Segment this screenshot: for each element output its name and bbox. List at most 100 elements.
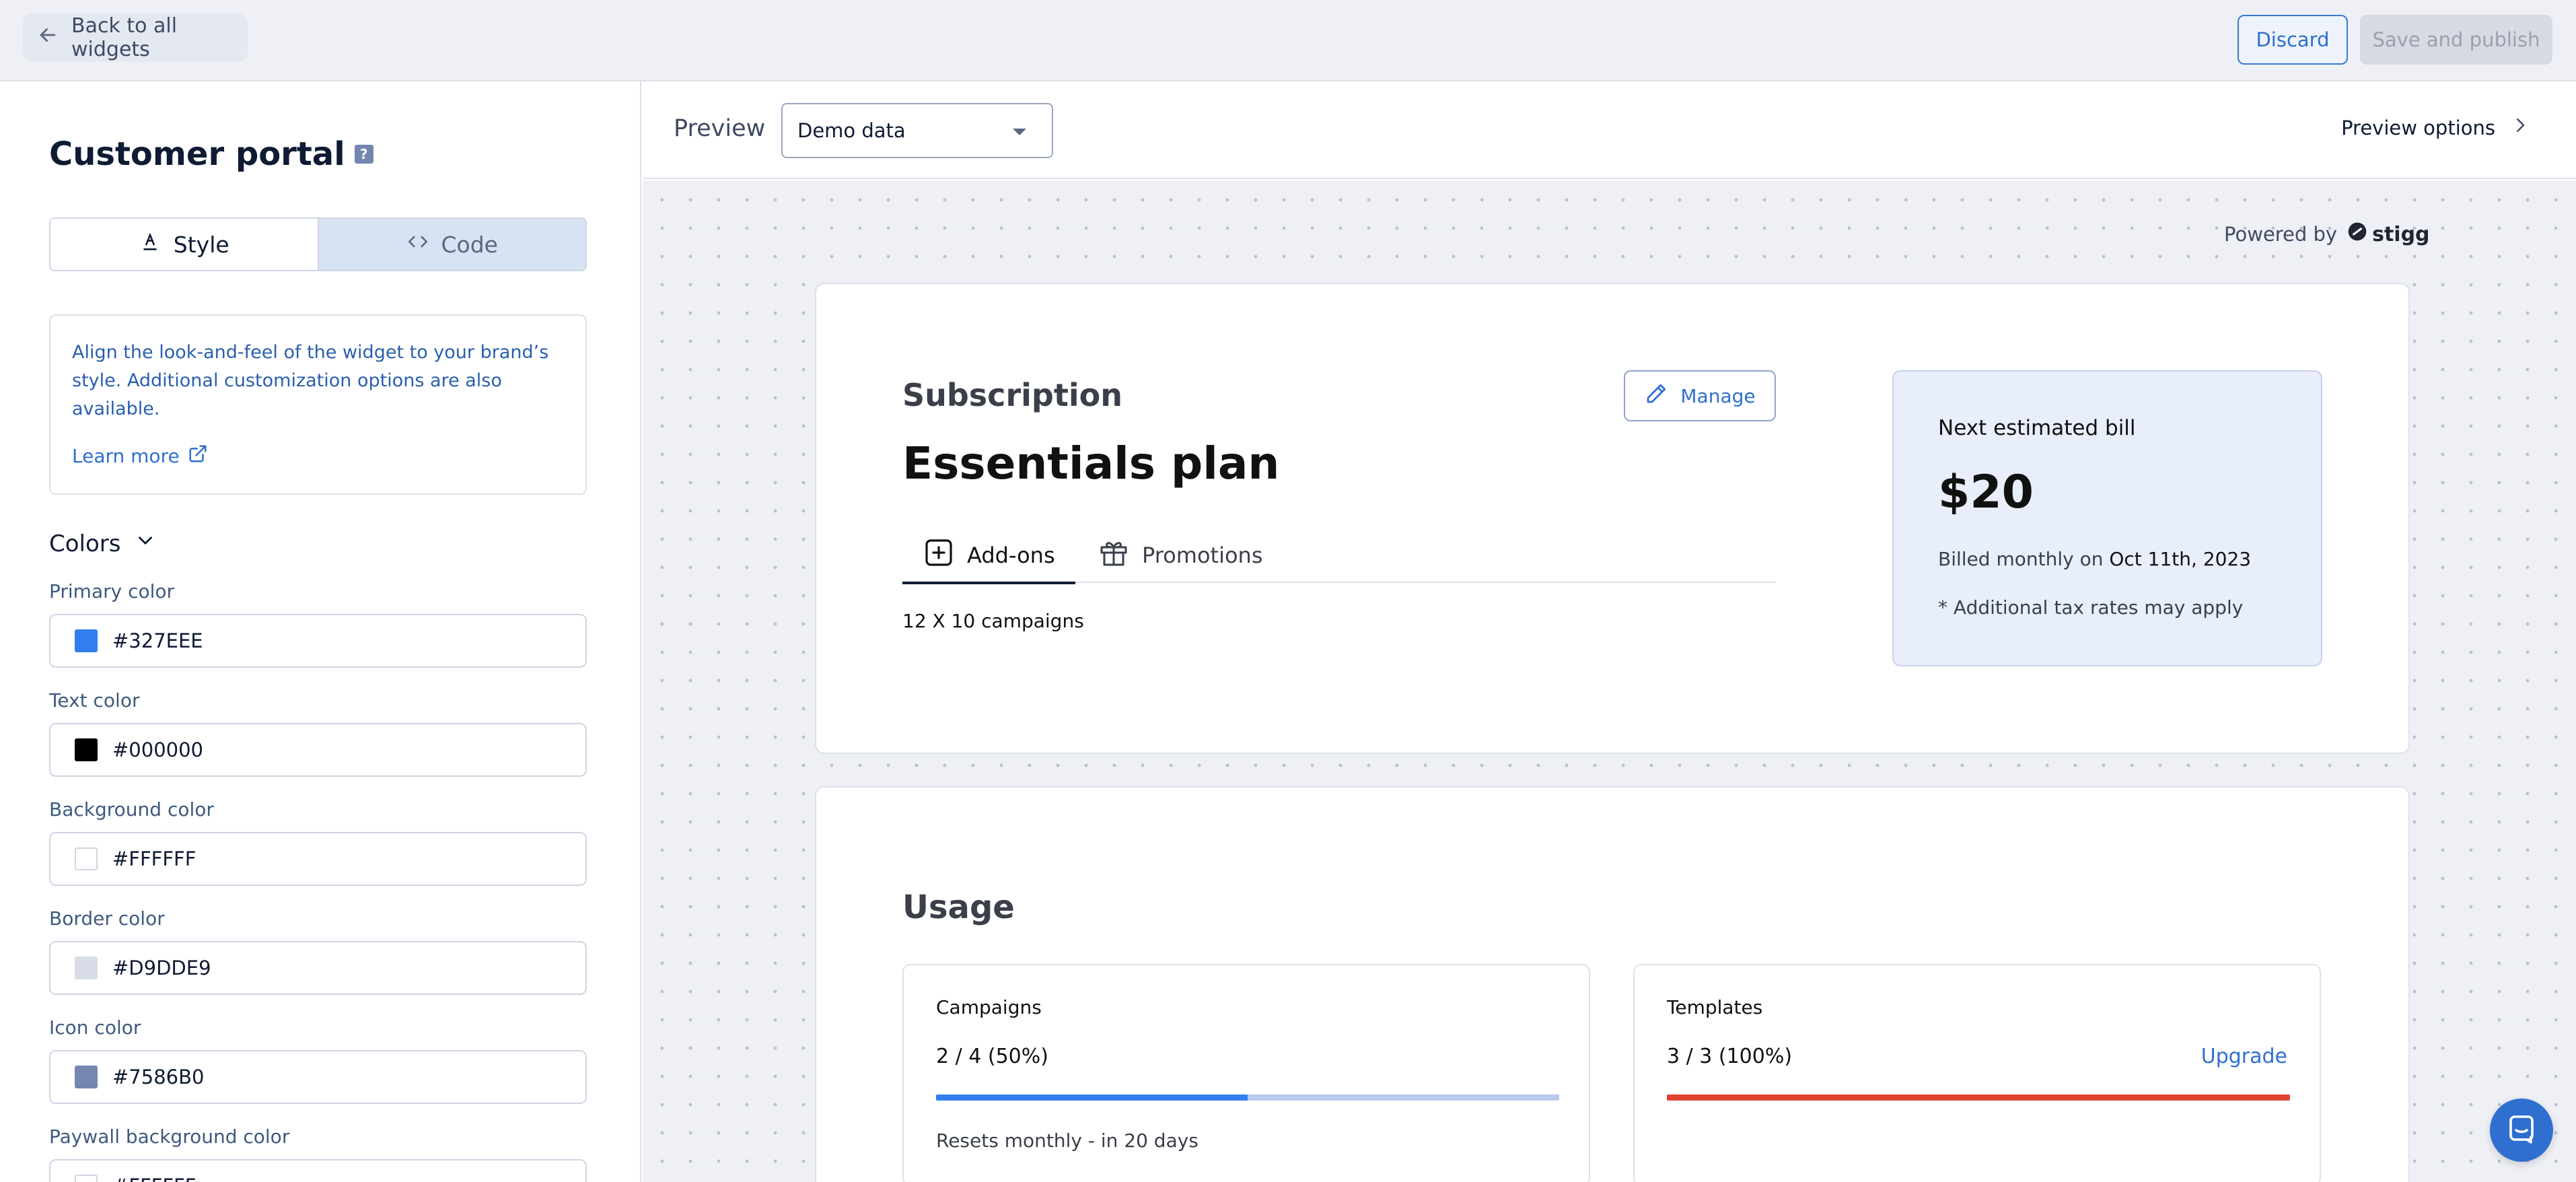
color-swatch[interactable]	[75, 957, 98, 979]
usage-card: Usage Campaigns 2 / 4 (50%) Resets month…	[815, 786, 2410, 1182]
tab-code-label: Code	[441, 231, 498, 258]
code-icon	[406, 230, 429, 258]
chat-icon	[2505, 1113, 2538, 1148]
color-swatch[interactable]	[75, 738, 98, 761]
bill-date-line: Billed monthly on Oct 11th, 2023	[1938, 548, 2251, 570]
usage-item-value: 2 / 4 (50%)	[936, 1045, 1048, 1068]
back-label: Back to all widgets	[71, 14, 178, 61]
pen-icon	[139, 230, 162, 258]
bill-amount: $20	[1938, 466, 2034, 519]
color-swatch[interactable]	[75, 1066, 98, 1088]
preview-label: Preview	[674, 115, 766, 142]
usage-progress-bar	[936, 1094, 1559, 1101]
primary-color-input[interactable]: #327EEE	[49, 614, 587, 668]
color-field-label: Icon color	[49, 1016, 141, 1039]
select-value: Demo data	[797, 119, 906, 142]
page-title: Customer portal ?	[49, 135, 373, 173]
preview-options-label: Preview options	[2341, 116, 2495, 139]
color-field-label: Background color	[49, 798, 214, 821]
help-icon[interactable]: ?	[354, 145, 373, 164]
powered-by-text: Powered by	[2224, 223, 2338, 246]
usage-progress-fill	[1667, 1094, 2290, 1101]
colors-section-toggle[interactable]: Colors	[49, 529, 157, 558]
text-color-field: Text color #000000	[49, 689, 587, 777]
back-button[interactable]: Back to all widgets	[23, 13, 248, 62]
usage-item-value: 3 / 3 (100%)	[1667, 1045, 1793, 1068]
arrow-left-icon	[36, 24, 59, 52]
color-swatch[interactable]	[75, 847, 98, 870]
color-value: #FFFFFF	[112, 847, 196, 870]
preview-canvas: Powered by stigg Subscription Essentials…	[643, 180, 2576, 1182]
color-value: #000000	[112, 738, 204, 761]
bill-heading: Next estimated bill	[1938, 416, 2136, 440]
color-value: #327EEE	[112, 629, 203, 652]
style-code-tabs: Style Code	[49, 217, 587, 271]
next-bill-box: Next estimated bill $20 Billed monthly o…	[1892, 370, 2322, 666]
info-text: Align the look-and-feel of the widget to…	[72, 342, 549, 419]
tab-promotions[interactable]: Promotions	[1098, 528, 1262, 583]
learn-more-label: Learn more	[72, 445, 180, 467]
usage-item-campaigns: Campaigns 2 / 4 (50%) Resets monthly - i…	[902, 964, 1590, 1182]
stigg-logo: stigg	[2347, 221, 2430, 248]
icon-color-input[interactable]: #7586B0	[49, 1050, 587, 1104]
save-and-publish-button[interactable]: Save and publish	[2360, 15, 2552, 65]
paywall-background-color-input[interactable]: #FFFFFF	[49, 1159, 587, 1182]
tab-style-label: Style	[173, 231, 229, 258]
tab-code[interactable]: Code	[317, 219, 585, 270]
color-field-label: Paywall background color	[49, 1125, 290, 1148]
color-value: #7586B0	[112, 1066, 205, 1088]
bill-note: * Additional tax rates may apply	[1938, 596, 2244, 619]
usage-item-name: Campaigns	[936, 996, 1042, 1018]
info-box: Align the look-and-feel of the widget to…	[49, 314, 587, 495]
tab-add-ons[interactable]: Add-ons	[902, 528, 1075, 584]
usage-item-templates: Templates 3 / 3 (100%) Upgrade	[1633, 964, 2321, 1182]
subscription-card: Subscription Essentials plan Manage Add-…	[815, 283, 2410, 754]
page-title-text: Customer portal	[49, 135, 345, 173]
brand-name: stigg	[2372, 222, 2430, 246]
learn-more-link[interactable]: Learn more	[72, 444, 564, 468]
background-color-input[interactable]: #FFFFFF	[49, 832, 587, 886]
pencil-icon	[1644, 382, 1668, 411]
text-color-input[interactable]: #000000	[49, 723, 587, 777]
settings-panel: Customer portal ? Style Code Align the l…	[0, 81, 641, 1182]
color-field-label: Border color	[49, 907, 165, 930]
primary-color-field: Primary color #327EEE	[49, 580, 587, 668]
chevron-right-icon	[2510, 115, 2530, 140]
color-field-label: Primary color	[49, 580, 175, 602]
usage-progress-fill	[936, 1094, 1248, 1101]
powered-by: Powered by stigg	[2224, 221, 2430, 248]
upgrade-link[interactable]: Upgrade	[2201, 1045, 2287, 1068]
addon-item: 12 X 10 campaigns	[902, 610, 1084, 632]
manage-button[interactable]: Manage	[1624, 370, 1776, 421]
preview-header: Preview Demo data Preview options	[643, 81, 2576, 179]
color-swatch[interactable]	[75, 629, 98, 652]
tab-promotions-label: Promotions	[1142, 543, 1263, 568]
caret-down-icon	[1013, 129, 1026, 135]
plan-name: Essentials plan	[902, 438, 1280, 489]
icon-color-field: Icon color #7586B0	[49, 1016, 587, 1104]
background-color-field: Background color #FFFFFF	[49, 798, 587, 886]
color-field-label: Text color	[49, 689, 140, 711]
border-color-field: Border color #D9DDE9	[49, 907, 587, 995]
usage-reset-text: Resets monthly - in 20 days	[936, 1129, 1198, 1152]
tab-add-ons-label: Add-ons	[967, 543, 1055, 568]
bill-date: Oct 11th, 2023	[2109, 548, 2252, 570]
discard-button[interactable]: Discard	[2238, 15, 2348, 65]
usage-heading: Usage	[902, 889, 1015, 926]
manage-label: Manage	[1680, 384, 1756, 407]
preview-data-select[interactable]: Demo data	[781, 103, 1053, 158]
color-swatch[interactable]	[75, 1175, 98, 1182]
subscription-heading: Subscription	[902, 377, 1122, 413]
color-value: #FFFFFF	[112, 1175, 196, 1182]
tab-style[interactable]: Style	[50, 219, 318, 270]
chat-launcher-button[interactable]	[2490, 1099, 2553, 1162]
external-link-icon	[188, 444, 208, 468]
top-bar: Back to all widgets Discard Save and pub…	[0, 0, 2576, 81]
preview-options-button[interactable]: Preview options	[2341, 115, 2530, 140]
colors-heading: Colors	[49, 530, 121, 557]
chevron-down-icon	[134, 529, 157, 558]
subscription-tabs: Add-ons Promotions	[902, 528, 1776, 584]
plus-square-icon	[923, 536, 955, 574]
color-value: #D9DDE9	[112, 957, 211, 979]
border-color-input[interactable]: #D9DDE9	[49, 941, 587, 995]
